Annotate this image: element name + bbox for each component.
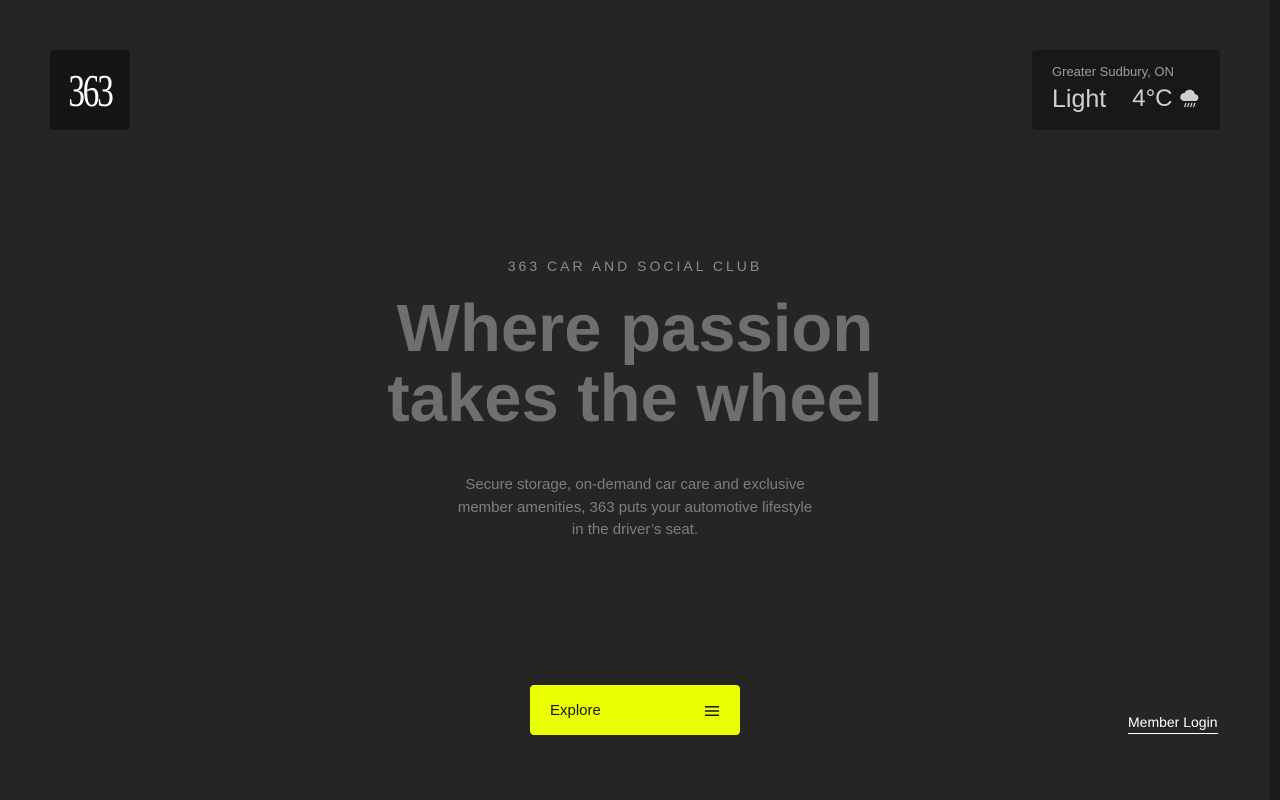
hero-headline-line-2: takes the wheel [387,361,883,436]
hero-description-line-2: member amenities, 363 puts your automoti… [457,498,813,516]
page: 363 Greater Sudbury, ON Light 4°C 363 CA… [0,0,1280,800]
weather-temperature: 4°C [1132,85,1173,112]
weather-location: Greater Sudbury, ON [1052,64,1174,79]
hero-headline-line-1: Where passion [396,291,874,366]
hero-headline: Where passion takes the wheel [0,294,1270,434]
explore-button[interactable]: Explore [530,685,740,735]
rain-cloud-icon [1178,87,1202,111]
weather-widget: Greater Sudbury, ON Light 4°C [1032,50,1220,130]
hero-eyebrow: 363 CAR AND SOCIAL CLUB [507,258,763,274]
menu-icon [704,704,720,716]
hero-description-line-1: Secure storage, on-demand car care and e… [465,476,805,493]
weather-row: Light 4°C [1052,84,1200,114]
explore-label: Explore [550,701,601,719]
logo-text: 363 [68,64,113,116]
weather-condition: Light [1052,85,1107,113]
hero-description-line-3: in the driver’s seat. [571,521,699,538]
logo[interactable]: 363 [50,50,130,130]
scrollbar[interactable] [1270,0,1280,800]
hero-description: Secure storage, on-demand car care and e… [445,474,825,542]
hero: 363 CAR AND SOCIAL CLUB Where passion ta… [0,258,1270,542]
member-login-link[interactable]: Member Login [1128,713,1218,734]
